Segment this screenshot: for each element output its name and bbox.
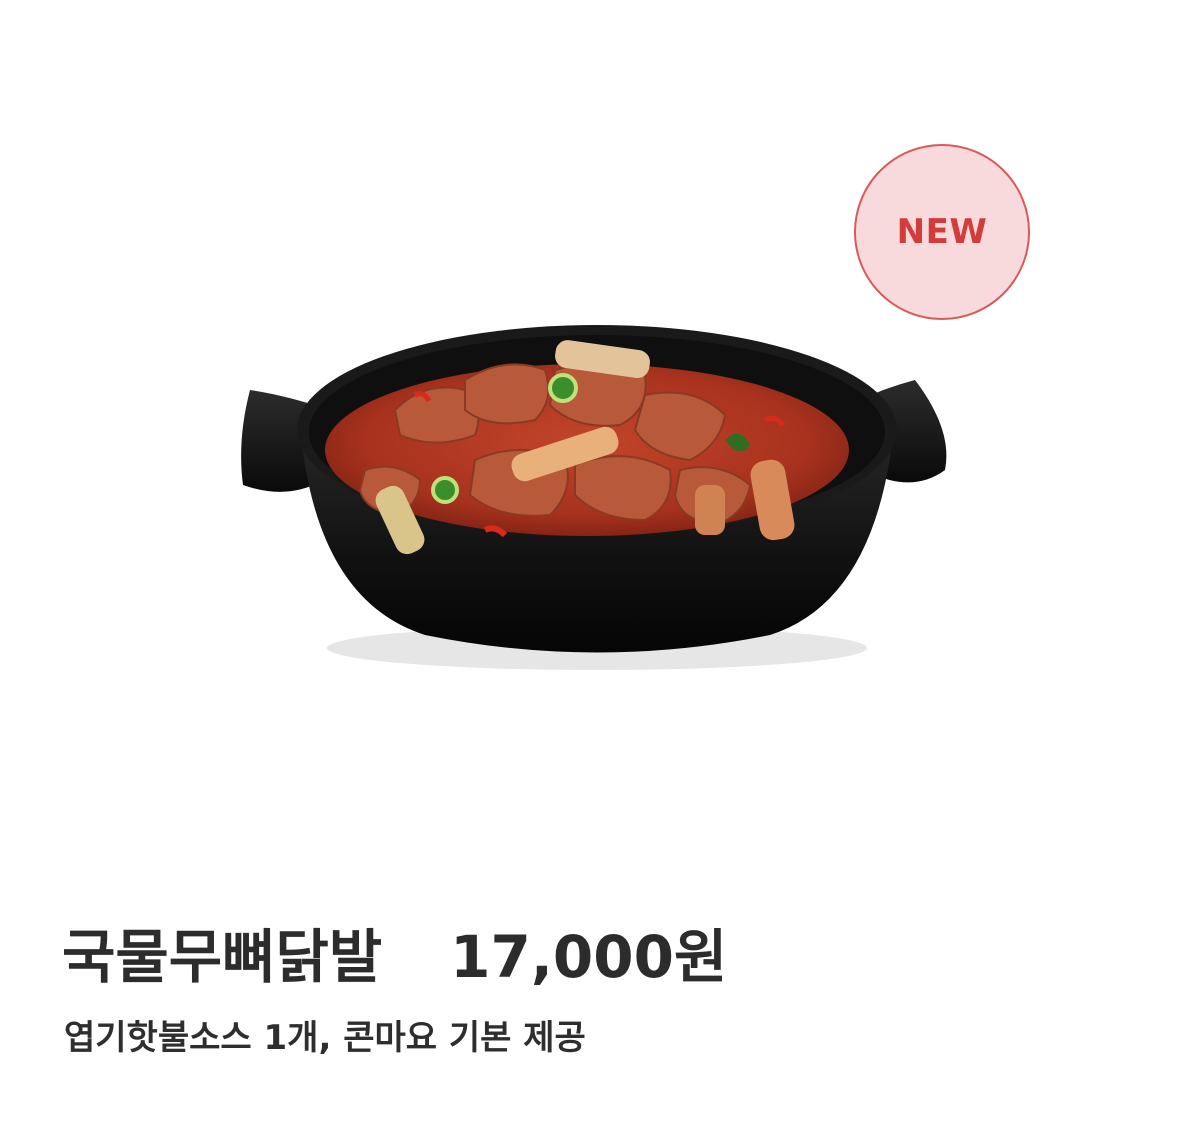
product-image [241,325,947,670]
new-badge-label: NEW [896,212,988,252]
product-title-row: 국물무뼈닭발 17,000원 [62,910,727,991]
product-name: 국물무뼈닭발 [62,923,383,991]
product-card[interactable]: NEW 국물무뼈닭발 17,000원 엽기핫불소스 1개, 콘마요 기본 제공 [0,0,1178,1121]
product-price: 17,000원 [450,923,728,991]
product-description: 엽기핫불소스 1개, 콘마요 기본 제공 [64,1018,586,1058]
new-badge: NEW [854,144,1030,320]
